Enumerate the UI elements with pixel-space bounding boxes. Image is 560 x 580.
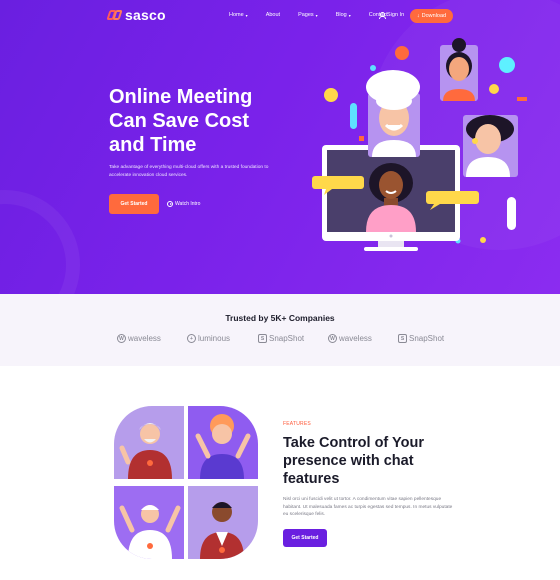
company-logo-luminous[interactable]: + luminous [187, 334, 230, 343]
download-button[interactable]: ↓ Download [410, 9, 453, 23]
confetti-dot [395, 46, 409, 60]
woman-cheering-illustration [195, 414, 251, 479]
hero-description: Take advantage of everything multi-cloud… [109, 165, 269, 178]
person-face [379, 171, 403, 199]
download-icon: ↓ [416, 13, 420, 19]
chevron-down-icon: ▾ [315, 12, 318, 18]
company-logo-waveless[interactable]: W waveless [117, 334, 161, 343]
man-waving-illustration [119, 423, 172, 479]
hero-title: Online Meeting Can Save Cost and Time [109, 85, 309, 157]
feature-image-tile [114, 486, 184, 559]
snapshot-icon: S [398, 334, 407, 343]
confetti-dot [480, 237, 486, 243]
person-face [449, 57, 469, 81]
man-smiling-illustration [200, 502, 244, 559]
monitor-base [364, 247, 418, 251]
trusted-title: Trusted by 5K+ Companies [225, 313, 335, 323]
landing-page: sasco Home ▾ About Pages ▾ Blog ▾ Contac… [0, 0, 560, 580]
nav-item-label: About [265, 12, 281, 18]
features-description: Nisl orci uni fuscidi velit ut tortor. A… [283, 497, 453, 517]
nav-item-label: Blog [335, 12, 347, 18]
meeting-illustration-svg [312, 38, 527, 251]
confetti-bar [507, 197, 516, 230]
trusted-companies-section: Trusted by 5K+ Companies W waveless + lu… [0, 294, 560, 366]
confetti-dot [324, 88, 338, 102]
get-started-button[interactable]: Get Started [109, 194, 159, 214]
top-navbar: sasco Home ▾ About Pages ▾ Blog ▾ Contac… [0, 0, 560, 32]
watch-intro-link[interactable]: Watch Intro [167, 201, 200, 207]
confetti-square [359, 136, 364, 141]
company-logo-snapshot-2[interactable]: S SnapShot [398, 334, 444, 343]
video-meeting-illustration [300, 35, 540, 265]
snapshot-icon: S [258, 334, 267, 343]
luminous-icon: + [187, 334, 196, 343]
nav-item-label: Home [229, 12, 244, 18]
download-label: Download [421, 13, 447, 19]
features-section: FEATURES Take Control of Your presence w… [0, 366, 560, 580]
chat-bubble [426, 191, 479, 204]
waveless-icon: W [117, 334, 126, 343]
company-name: luminous [198, 334, 231, 343]
features-title-line: Take Control of Your [283, 435, 424, 451]
sign-in-link[interactable]: Sign In [379, 12, 405, 19]
chat-bubble [312, 176, 364, 189]
brand-name: sasco [125, 7, 166, 23]
chevron-down-icon: ▾ [348, 12, 351, 18]
watch-intro-label: Watch Intro [175, 201, 201, 207]
decorative-ring [0, 190, 80, 294]
company-logo-snapshot[interactable]: S SnapShot [258, 334, 304, 343]
person-face [475, 124, 501, 154]
person-hair [452, 38, 466, 52]
features-title: Take Control of Your presence with chat … [283, 434, 458, 488]
feature-image-tile [188, 406, 258, 479]
nav-item-pages[interactable]: Pages ▾ [298, 12, 318, 18]
confetti-bar [517, 97, 527, 101]
features-eyebrow: FEATURES [283, 421, 311, 427]
confetti-dot [499, 57, 515, 73]
features-title-line: features [283, 471, 340, 487]
logo-icon [106, 9, 123, 21]
features-title-line: presence with chat [283, 453, 414, 469]
company-logo-waveless-2[interactable]: W waveless [328, 334, 372, 343]
chevron-down-icon: ▾ [245, 12, 248, 18]
man-celebrating-illustration [119, 505, 181, 559]
confetti-dot [489, 84, 499, 94]
company-name: SnapShot [409, 334, 445, 343]
nav-item-label: Pages [298, 12, 314, 18]
hero-section: sasco Home ▾ About Pages ▾ Blog ▾ Contac… [0, 0, 560, 294]
brand-logo[interactable]: sasco [106, 7, 166, 23]
nav-item-about[interactable]: About [266, 12, 280, 18]
company-logos: W waveless + luminous S SnapShot W wavel… [0, 334, 560, 346]
confetti-bar [350, 103, 357, 129]
company-name: waveless [339, 334, 372, 343]
waveless-icon: W [328, 334, 337, 343]
company-name: waveless [128, 334, 161, 343]
hero-title-line: Online Meeting [109, 86, 253, 108]
features-get-started-button[interactable]: Get Started [283, 529, 327, 547]
nav-item-blog[interactable]: Blog ▾ [336, 12, 351, 18]
user-icon [379, 12, 386, 19]
feature-image-tile [188, 486, 258, 559]
confetti-dot [370, 65, 376, 71]
hero-title-line: and Time [109, 134, 197, 156]
play-icon [167, 201, 173, 207]
nav-item-home[interactable]: Home ▾ [229, 12, 248, 18]
feature-image-tile [114, 406, 184, 479]
monitor-dot [389, 234, 393, 238]
sign-in-label: Sign In [387, 12, 405, 18]
company-name: SnapShot [269, 334, 305, 343]
hero-title-line: Can Save Cost [109, 110, 250, 132]
